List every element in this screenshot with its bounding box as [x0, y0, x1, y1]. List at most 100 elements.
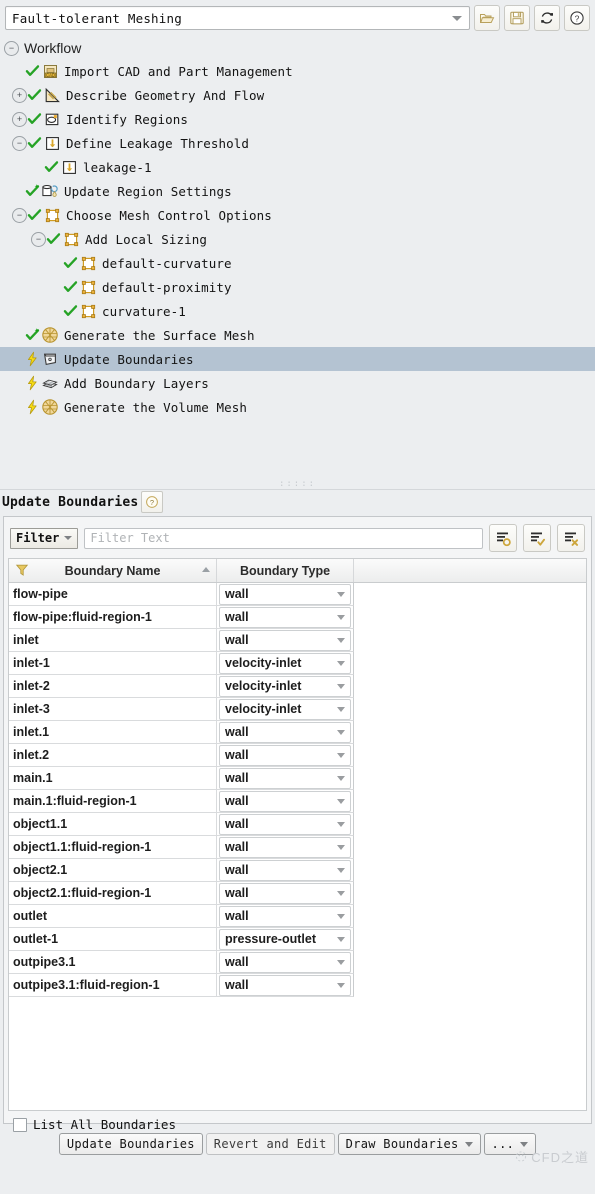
table-row[interactable]: flow-pipe:fluid-region-1 wall [9, 606, 586, 629]
tree-node-import-cad-and-part-management[interactable]: CAD Import CAD and Part Management [0, 59, 595, 83]
boundary-type-cell[interactable]: pressure-outlet [217, 928, 354, 951]
tree-node-leakage-1[interactable]: leakage-1 [0, 155, 595, 179]
chevron-down-icon[interactable] [337, 592, 345, 597]
root-expander-icon[interactable]: − [4, 40, 19, 56]
chevron-down-icon[interactable] [452, 16, 462, 21]
boundary-type-select[interactable]: velocity-inlet [219, 698, 351, 720]
boundary-type-cell[interactable]: wall [217, 721, 354, 744]
panel-help-button[interactable]: ? [141, 491, 164, 513]
boundary-name-cell[interactable]: object2.1:fluid-region-1 [9, 882, 217, 905]
boundary-type-select[interactable]: wall [219, 813, 351, 835]
chevron-down-icon[interactable] [337, 753, 345, 758]
more-options-button[interactable]: ... [483, 1133, 537, 1155]
boundary-type-select[interactable]: wall [219, 790, 351, 812]
chevron-down-icon[interactable] [337, 914, 345, 919]
boundary-type-select[interactable]: wall [219, 951, 351, 973]
boundary-type-select[interactable]: wall [219, 905, 351, 927]
chevron-down-icon[interactable] [337, 730, 345, 735]
panel-splitter[interactable]: ::::: [0, 479, 595, 489]
tree-expander-icon[interactable]: + [12, 111, 27, 127]
tree-node-identify-regions[interactable]: + Identify Regions [0, 107, 595, 131]
tree-node-update-boundaries[interactable]: Update Boundaries [0, 347, 595, 371]
table-row[interactable]: flow-pipe wall [9, 583, 586, 606]
boundary-type-cell[interactable]: velocity-inlet [217, 698, 354, 721]
clear-selection-button[interactable] [557, 524, 585, 552]
boundary-name-cell[interactable]: object1.1 [9, 813, 217, 836]
boundary-type-cell[interactable]: wall [217, 882, 354, 905]
boundary-type-cell[interactable]: wall [217, 974, 354, 997]
chevron-down-icon[interactable] [337, 868, 345, 873]
boundary-type-select[interactable]: wall [219, 974, 351, 996]
boundary-type-select[interactable]: wall [219, 583, 351, 605]
chevron-down-icon[interactable] [337, 891, 345, 896]
chevron-down-icon[interactable] [337, 615, 345, 620]
boundary-type-cell[interactable]: wall [217, 744, 354, 767]
boundary-type-cell[interactable]: velocity-inlet [217, 675, 354, 698]
save-button[interactable] [504, 5, 530, 31]
table-row[interactable]: outlet-1 pressure-outlet [9, 928, 586, 951]
chevron-down-icon[interactable] [337, 799, 345, 804]
table-row[interactable]: outpipe3.1:fluid-region-1 wall [9, 974, 586, 997]
tree-node-default-curvature[interactable]: default-curvature [0, 251, 595, 275]
tree-node-describe-geometry-and-flow[interactable]: + Describe Geometry And Flow [0, 83, 595, 107]
update-boundaries-button[interactable]: Update Boundaries [58, 1133, 203, 1155]
boundary-name-cell[interactable]: outpipe3.1:fluid-region-1 [9, 974, 217, 997]
boundary-type-cell[interactable]: wall [217, 629, 354, 652]
column-header-boundary-type[interactable]: Boundary Type [217, 559, 354, 582]
table-row[interactable]: main.1:fluid-region-1 wall [9, 790, 586, 813]
tree-expander-icon[interactable]: − [12, 135, 27, 151]
deselect-all-button[interactable] [489, 524, 517, 552]
table-row[interactable]: object2.1 wall [9, 859, 586, 882]
help-button[interactable]: ? [564, 5, 590, 31]
boundary-type-select[interactable]: wall [219, 721, 351, 743]
chevron-down-icon[interactable] [337, 937, 345, 942]
table-row[interactable]: inlet.1 wall [9, 721, 586, 744]
table-row[interactable]: object1.1 wall [9, 813, 586, 836]
table-row[interactable]: inlet.2 wall [9, 744, 586, 767]
table-row[interactable]: inlet-1 velocity-inlet [9, 652, 586, 675]
tree-node-define-leakage-threshold[interactable]: − Define Leakage Threshold [0, 131, 595, 155]
boundary-type-select[interactable]: velocity-inlet [219, 675, 351, 697]
filter-text-input[interactable]: Filter Text [84, 527, 483, 549]
boundary-type-select[interactable]: wall [219, 629, 351, 651]
boundary-type-cell[interactable]: wall [217, 606, 354, 629]
table-row[interactable]: inlet-2 velocity-inlet [9, 675, 586, 698]
boundary-name-cell[interactable]: inlet.2 [9, 744, 217, 767]
boundary-type-cell[interactable]: wall [217, 583, 354, 606]
boundary-type-cell[interactable]: wall [217, 905, 354, 928]
boundary-type-select[interactable]: velocity-inlet [219, 652, 351, 674]
select-checked-button[interactable] [523, 524, 551, 552]
filter-dropdown-button[interactable]: Filter [10, 527, 79, 549]
boundary-type-cell[interactable]: wall [217, 859, 354, 882]
tree-node-curvature-1[interactable]: curvature-1 [0, 299, 595, 323]
boundary-type-cell[interactable]: wall [217, 790, 354, 813]
chevron-down-icon[interactable] [337, 960, 345, 965]
revert-and-edit-button[interactable]: Revert and Edit [205, 1133, 335, 1155]
tree-node-choose-mesh-control-options[interactable]: − Choose Mesh Control Options [0, 203, 595, 227]
tree-root[interactable]: − Workflow [0, 37, 595, 59]
boundary-name-cell[interactable]: inlet-1 [9, 652, 217, 675]
boundary-name-cell[interactable]: outlet [9, 905, 217, 928]
boundary-type-select[interactable]: wall [219, 859, 351, 881]
boundary-type-cell[interactable]: wall [217, 836, 354, 859]
chevron-down-icon[interactable] [337, 638, 345, 643]
tree-node-update-region-settings[interactable]: Update Region Settings [0, 179, 595, 203]
chevron-down-icon[interactable] [337, 707, 345, 712]
boundary-name-cell[interactable]: flow-pipe:fluid-region-1 [9, 606, 217, 629]
boundary-type-cell[interactable]: velocity-inlet [217, 652, 354, 675]
boundary-name-cell[interactable]: object2.1 [9, 859, 217, 882]
boundary-name-cell[interactable]: outlet-1 [9, 928, 217, 951]
tree-node-generate-the-volume-mesh[interactable]: Generate the Volume Mesh [0, 395, 595, 419]
boundaries-table[interactable]: Boundary Name Boundary Type flow-pipe wal… [8, 558, 587, 1111]
boundary-name-cell[interactable]: main.1 [9, 767, 217, 790]
column-header-boundary-name[interactable]: Boundary Name [9, 559, 217, 582]
boundary-name-cell[interactable]: inlet-3 [9, 698, 217, 721]
chevron-down-icon[interactable] [337, 684, 345, 689]
chevron-down-icon[interactable] [337, 776, 345, 781]
boundary-name-cell[interactable]: inlet [9, 629, 217, 652]
tree-node-default-proximity[interactable]: default-proximity [0, 275, 595, 299]
tree-node-add-boundary-layers[interactable]: Add Boundary Layers [0, 371, 595, 395]
boundary-name-cell[interactable]: object1.1:fluid-region-1 [9, 836, 217, 859]
table-row[interactable]: main.1 wall [9, 767, 586, 790]
chevron-down-icon[interactable] [337, 983, 345, 988]
